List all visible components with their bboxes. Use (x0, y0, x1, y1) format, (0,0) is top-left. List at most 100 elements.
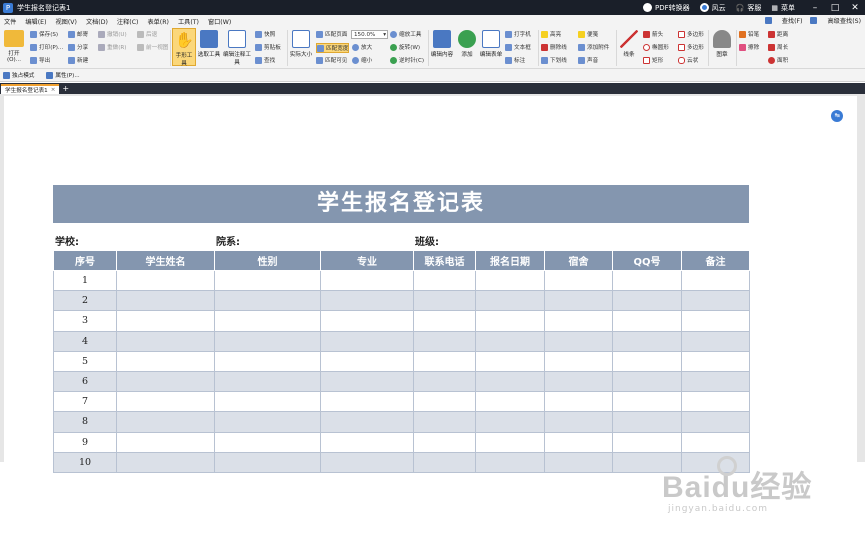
new-button[interactable]: 新建 (68, 56, 88, 64)
previous-view-icon (137, 43, 144, 51)
fit-page-button[interactable]: 匹配页面 (316, 30, 347, 38)
zoom-out-button[interactable]: 缩小 (352, 56, 372, 64)
underline-button[interactable]: 下划线 (541, 56, 567, 64)
zoom-in-button[interactable]: 放大 (352, 43, 372, 51)
fit-width-button[interactable]: 匹配宽度 (316, 43, 350, 53)
stamp-button[interactable]: 图章 (710, 30, 734, 58)
service-button[interactable]: 🎧 客服 (736, 3, 762, 13)
edit-content-button[interactable]: 编辑内容 (430, 30, 454, 58)
previous-view-button[interactable]: 前一视图 (137, 43, 168, 51)
exclusive-mode-button[interactable]: 独占模式 (3, 71, 40, 79)
table-cell (612, 290, 682, 312)
edit-annotation-tool-button[interactable]: 编辑注释工具 (222, 30, 252, 66)
print-icon (30, 43, 37, 51)
table-cell (612, 330, 682, 352)
zoom-select[interactable]: 150.0% ▾ (351, 30, 388, 39)
column-header: QQ号 (612, 250, 682, 271)
typewriter-button[interactable]: 打字机 (505, 30, 531, 38)
menu-file[interactable]: 文件 (4, 17, 16, 26)
menu-view[interactable]: 视图(V) (56, 17, 77, 26)
rotate-cw-button[interactable]: 旋转(W) (390, 43, 420, 51)
select-tool-button[interactable]: 选取工具 (197, 30, 221, 58)
clipboard-icon (255, 43, 262, 51)
add-tab-button[interactable]: + (62, 84, 69, 94)
fit-visible-button[interactable]: 匹配可见 (316, 56, 347, 64)
back-button[interactable]: 后退 (137, 30, 157, 38)
rotate-ccw-button[interactable]: 逆时针(C) (390, 56, 424, 64)
edit-form-icon (482, 30, 500, 48)
distance-icon (768, 30, 775, 38)
redo-button[interactable]: 重做(R) (98, 43, 126, 51)
underline-icon (541, 56, 548, 64)
add-button[interactable]: 添加 (456, 30, 478, 58)
menu-tools[interactable]: 工具(T) (178, 17, 199, 26)
pdf-converter-button[interactable]: PDF转换器 (643, 3, 690, 13)
hand-tool-button[interactable]: ✋ 手形工具 (172, 28, 196, 67)
quick-toolbar: 独占模式 属性(P)... (0, 69, 865, 82)
menu-form[interactable]: 表单(R) (147, 17, 169, 26)
undo-button[interactable]: 撤销(U) (98, 30, 127, 38)
advanced-search-button[interactable]: 高级查找(S) (810, 16, 861, 25)
maximize-button[interactable]: □ (825, 3, 845, 13)
snapshot-button[interactable]: 快照 (255, 30, 275, 38)
row-number: 7 (53, 391, 117, 413)
email-button[interactable]: 邮寄 (68, 30, 88, 38)
table-cell (214, 350, 321, 372)
ribbon-separator (538, 30, 539, 66)
select-text-icon (200, 30, 218, 48)
strikeout-button[interactable]: 删除线 (541, 43, 567, 51)
search-button[interactable]: 查找(F) (764, 16, 802, 25)
edit-form-button[interactable]: 编辑表单 (479, 30, 503, 58)
pencil-button[interactable]: 铅笔 (739, 30, 759, 38)
highlight-button[interactable]: 高亮 (541, 30, 561, 38)
export-button[interactable]: 导出 (30, 56, 50, 64)
floating-action-icon[interactable]: ↹ (831, 110, 843, 122)
clipboard-button[interactable]: 剪贴板 (255, 43, 281, 51)
menu-comment[interactable]: 注释(C) (117, 17, 139, 26)
arrow-button[interactable]: 箭头 (643, 30, 663, 38)
properties-button[interactable]: 属性(P)... (46, 71, 85, 79)
open-button[interactable]: 打开(O)... (2, 30, 26, 63)
cloud-shape-button[interactable]: 云状 (678, 56, 698, 64)
textbox-button[interactable]: 文本框 (505, 43, 531, 51)
table-cell (612, 451, 682, 473)
app-icon: P (3, 2, 13, 13)
minimize-button[interactable]: – (805, 3, 825, 13)
close-tab-icon[interactable]: × (51, 87, 56, 93)
save-button[interactable]: 保存(S) (30, 30, 58, 38)
menu-window[interactable]: 窗口(W) (208, 17, 231, 26)
menu-document[interactable]: 文档(D) (86, 17, 108, 26)
document-viewport[interactable]: ↹ 学生报名登记表 学校: 院系: 班级: 序号 学生姓名 性别 专业 联系电话… (0, 94, 865, 514)
polyline-button[interactable]: 多边形 (678, 43, 704, 51)
find-button[interactable]: 查找 (255, 56, 275, 64)
sound-button[interactable]: 声音 (578, 56, 598, 64)
perimeter-button[interactable]: 周长 (768, 43, 788, 51)
registration-table: 序号 学生姓名 性别 专业 联系电话 报名日期 宿舍 QQ号 备注 1 2 3 … (53, 250, 750, 473)
table-header-row: 序号 学生姓名 性别 专业 联系电话 报名日期 宿舍 QQ号 备注 (53, 250, 750, 271)
share-button[interactable]: 分享 (68, 43, 88, 51)
attach-file-button[interactable]: 添加附件 (578, 43, 609, 51)
table-cell (214, 411, 321, 433)
table-cell (214, 431, 321, 453)
distance-button[interactable]: 距离 (768, 30, 788, 38)
ellipse-button[interactable]: 椭圆形 (643, 43, 669, 51)
line-button[interactable]: 线条 (618, 30, 640, 58)
document-tab[interactable]: 学生报名登记表1 × (1, 84, 60, 94)
polygon-button[interactable]: 多边形 (678, 30, 704, 38)
cloud-button[interactable]: 风云 (699, 3, 726, 13)
close-button[interactable]: ✕ (845, 3, 865, 13)
eraser-button[interactable]: 擦除 (739, 43, 759, 51)
table-cell (544, 431, 613, 453)
email-icon (68, 30, 75, 38)
callout-button[interactable]: 标注 (505, 56, 525, 64)
note-button[interactable]: 便笺 (578, 30, 598, 38)
chevron-down-icon: ▾ (383, 31, 386, 38)
print-button[interactable]: 打印(P)... (30, 43, 63, 51)
zoom-tool-button[interactable]: 缩放工具 (390, 30, 421, 38)
area-button[interactable]: 面积 (768, 56, 788, 64)
actual-size-button[interactable]: 实际大小 (289, 30, 313, 58)
table-cell (413, 370, 476, 393)
rectangle-button[interactable]: 矩形 (643, 56, 663, 64)
menu-button[interactable]: ▦ 菜单 (771, 3, 795, 13)
menu-edit[interactable]: 编辑(E) (25, 17, 46, 26)
